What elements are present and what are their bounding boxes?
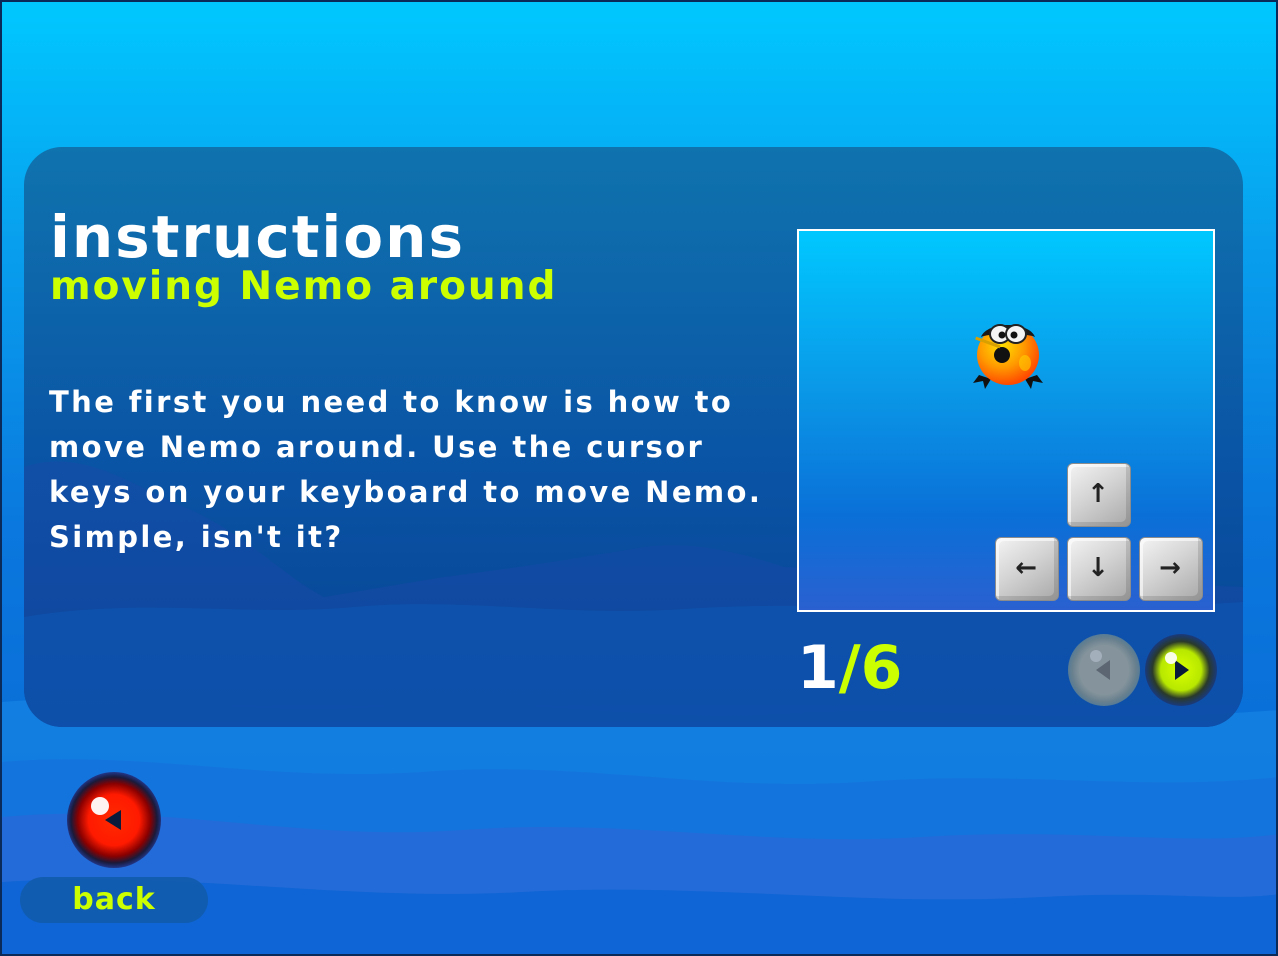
nemo-fish-icon: [973, 324, 1043, 389]
screen-title: instructions: [50, 203, 465, 271]
play-left-icon: [91, 797, 121, 830]
arrow-right-key: →: [1139, 537, 1203, 601]
instruction-preview: ↑ ← ↓ →: [797, 229, 1215, 612]
arrow-right-icon: →: [1159, 553, 1181, 583]
instruction-text: The first you need to know is how to mov…: [49, 385, 763, 554]
play-right-icon: [1165, 652, 1189, 680]
arrow-left-icon: ←: [1015, 553, 1037, 583]
arrow-left-key: ←: [995, 537, 1059, 601]
next-page-button[interactable]: [1145, 634, 1217, 706]
page-current: 1: [797, 633, 839, 703]
arrow-up-icon: ↑: [1087, 479, 1109, 509]
back-label[interactable]: back: [20, 877, 208, 923]
back-button[interactable]: [67, 772, 161, 868]
arrow-up-key: ↑: [1067, 463, 1131, 527]
play-left-icon: [1090, 650, 1110, 680]
back-label-box[interactable]: back: [20, 877, 208, 923]
page-total: 6: [860, 633, 903, 703]
page-separator: /: [838, 633, 861, 703]
page-counter: 1/6: [797, 632, 902, 704]
arrow-down-icon: ↓: [1087, 553, 1109, 583]
arrow-down-key: ↓: [1067, 537, 1131, 601]
game-screen: instructions moving Nemo around The firs…: [0, 0, 1278, 956]
previous-page-button[interactable]: [1068, 634, 1140, 706]
screen-subtitle: moving Nemo around: [50, 264, 558, 309]
